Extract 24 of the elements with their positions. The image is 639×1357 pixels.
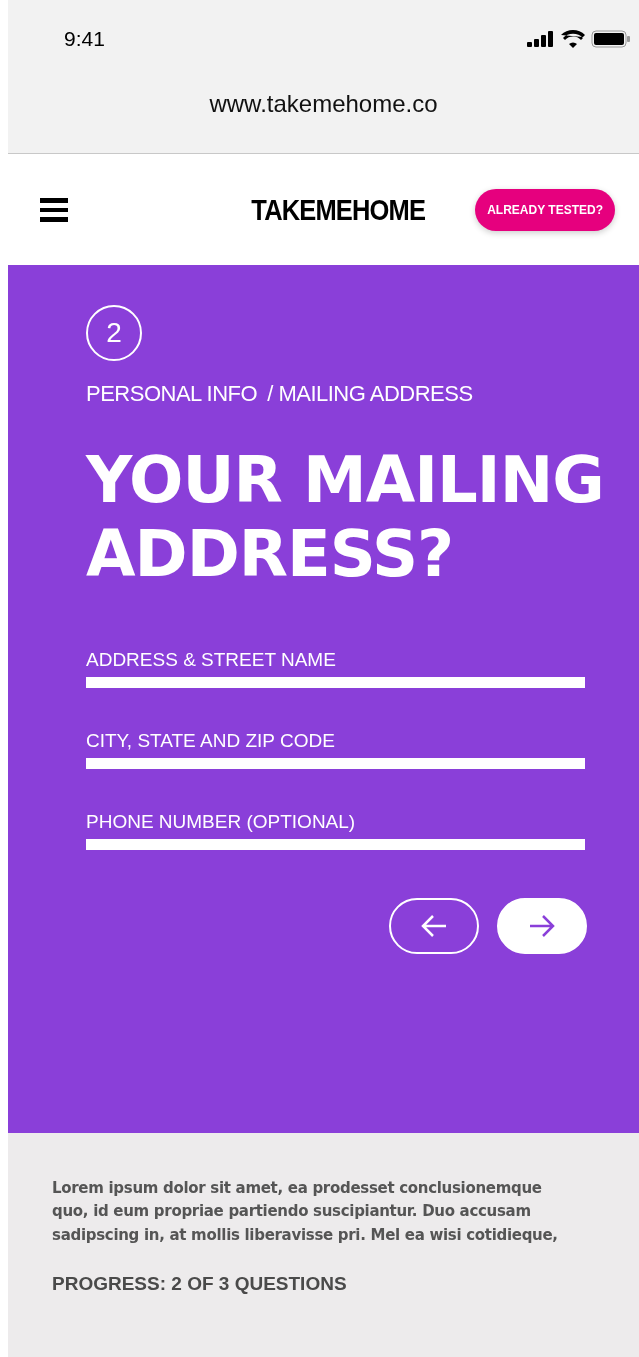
breadcrumb-item: / MAILING ADDRESS [267,381,473,407]
progress-text: PROGRESS: 2 OF 3 QUESTIONS [52,1272,348,1295]
input-field[interactable] [86,758,585,770]
input-field[interactable] [86,677,585,689]
wifi-icon [561,30,585,48]
already-tested-button[interactable]: ALREADY TESTED? [475,188,615,231]
left-arrow-icon [420,914,448,939]
right-arrow-icon [528,914,556,939]
status-time: 9:41 [64,27,105,51]
footer-text: Lorem ipsum dolor sit amet, ea prodesset conclusionemque quo, id eum propriae partiendo suscipiantur. Duo accusam sadipscing in, at mollis liberavisse pri. Mel ea wisi cotidieque, [52,1178,559,1246]
browser-url[interactable]: www.takemehome.co [209,90,438,118]
page-heading: YOUR MAILING ADDRESS? [86,443,605,592]
signal-icon [527,31,555,47]
field-label: PHONE NUMBER (OPTIONAL) [86,811,357,834]
field-label: CITY, STATE AND ZIP CODE [86,730,336,753]
breadcrumb-item: PERSONAL INFO [86,381,258,407]
menu-icon[interactable] [40,195,68,224]
step-number: 2 [86,305,142,361]
back-button[interactable] [389,898,479,955]
battery-icon [591,30,631,48]
field-label: ADDRESS & STREET NAME [86,649,337,672]
site-logo[interactable]: TAKEMEHOME [251,192,426,227]
next-button[interactable] [497,898,587,955]
input-field[interactable] [86,839,585,851]
